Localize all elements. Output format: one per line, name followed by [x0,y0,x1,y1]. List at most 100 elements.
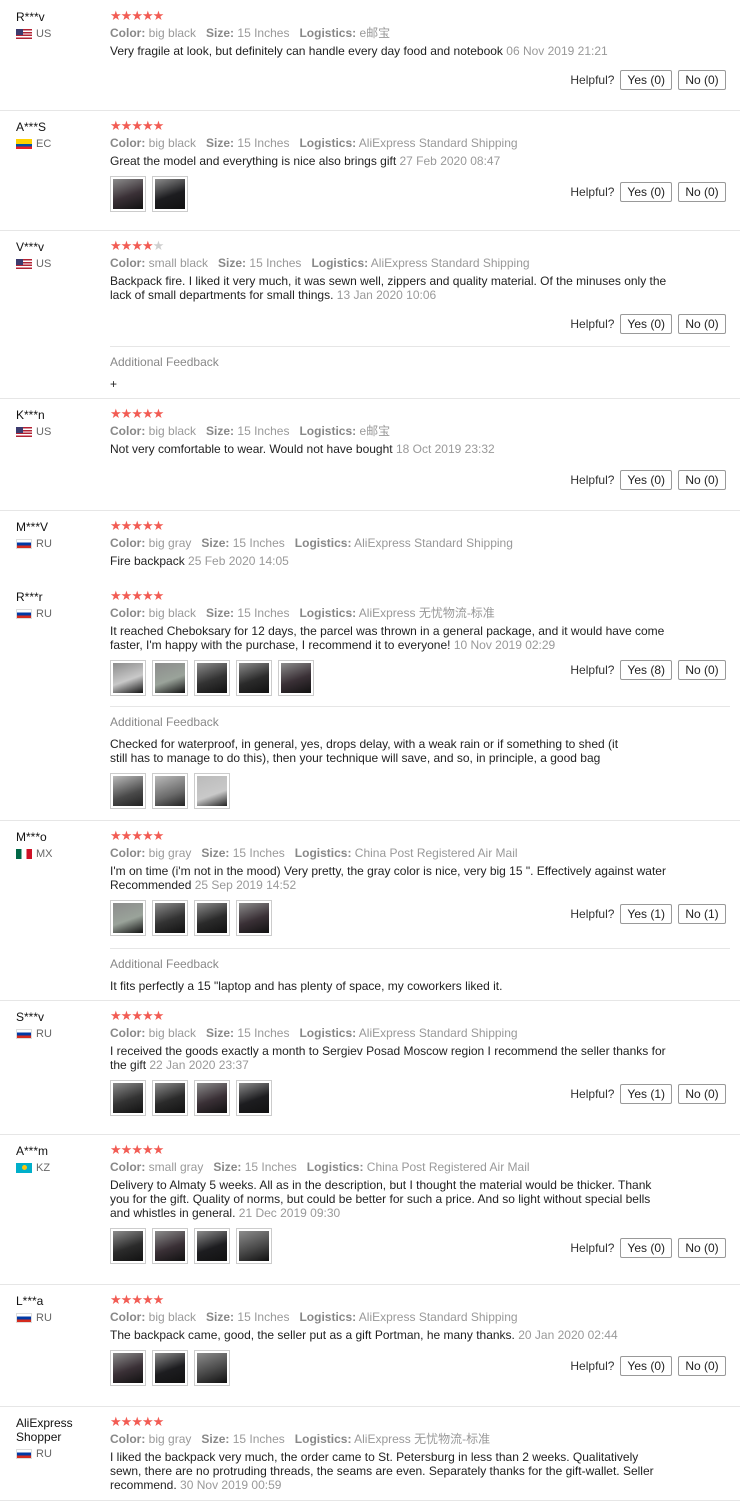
reviewer-country: EC [16,138,104,150]
vote-no-button[interactable]: No (0) [678,1238,726,1258]
review-photo-thumbnail[interactable] [110,660,146,696]
star-icon: ★ [131,588,143,603]
vote-no-button[interactable]: No (0) [678,182,726,202]
review-photo-thumbnail[interactable] [152,900,188,936]
vote-no-button[interactable]: No (0) [678,470,726,490]
review-photo-thumbnail[interactable] [110,1228,146,1264]
star-icon: ★ [110,8,122,23]
info-value: AliExpress Standard Shipping [358,1310,518,1324]
info-value: big black [148,424,197,438]
order-info: Color: small gray Size: 15 Inches Logistic… [110,1160,670,1174]
review-date: 20 Jan 2020 02:44 [518,1328,618,1342]
vote-yes-button[interactable]: Yes (0) [620,70,672,90]
vote-no-button[interactable]: No (0) [678,314,726,334]
vote-yes-button[interactable]: Yes (0) [620,182,672,202]
star-icon: ★ [110,518,122,533]
additional-feedback-title: Additional Feedback [110,715,219,729]
review-photo-thumbnail[interactable] [194,1228,230,1264]
review-photo-thumbnail[interactable] [152,1228,188,1264]
review-photo-thumbnail[interactable] [194,1080,230,1116]
review-item: V***v US ★★★★★ Color: small black Size: 15 I… [0,230,740,399]
vote-yes-button[interactable]: Yes (0) [620,1356,672,1376]
order-info: Color: big gray Size: 15 Inches Logistics:… [110,846,670,860]
reviewer-name: R***r [16,590,43,604]
review-photo-thumbnail[interactable] [236,660,272,696]
info-label: Size: [213,1160,242,1174]
vote-yes-button[interactable]: Yes (0) [620,470,672,490]
review-photo-thumbnail[interactable] [110,1080,146,1116]
review-date: 25 Feb 2020 14:05 [188,554,289,568]
info-label: Logistics: [294,846,352,860]
review-photo-thumbnail[interactable] [194,900,230,936]
star-icon: ★ [152,238,165,253]
review-photo-thumbnail[interactable] [152,1350,188,1386]
info-label: Color: [110,606,146,620]
helpful-label: Helpful? [570,907,615,921]
country-code: RU [36,538,52,550]
country-flag-icon [16,539,32,549]
review-photo-thumbnail[interactable] [194,660,230,696]
star-icon: ★ [120,1142,133,1157]
order-info: Color: big black Size: 15 Inches Logistics… [110,26,670,40]
info-label: Logistics: [294,536,352,550]
info-value: AliExpress Standard Shipping [358,136,518,150]
helpful-label: Helpful? [570,1087,615,1101]
star-icon: ★ [131,118,143,133]
country-flag-icon [16,29,32,39]
info-value: 15 Inches [244,1160,297,1174]
review-photo-thumbnail[interactable] [236,1228,272,1264]
vote-yes-button[interactable]: Yes (0) [620,1238,672,1258]
star-icon: ★ [141,1142,154,1157]
star-icon: ★ [131,828,143,843]
vote-no-button[interactable]: No (0) [678,1084,726,1104]
review-photo-thumbnail[interactable] [278,660,314,696]
star-icon: ★ [152,1142,165,1157]
review-body: Very fragile at look, but definitely can… [110,44,503,58]
vote-no-button[interactable]: No (1) [678,904,726,924]
star-icon: ★ [141,238,154,253]
info-label: Logistics: [299,1026,357,1040]
review-content: ★★★★★ Color: big black Size: 15 Inches Logi… [110,8,670,58]
reviewer-info: M***V RU [16,520,104,550]
star-icon: ★ [131,1142,143,1157]
reviewer-info: K***n US [16,408,104,438]
review-photo-thumbnail[interactable] [236,1080,272,1116]
star-icon: ★ [152,588,165,603]
review-photo-thumbnail[interactable] [110,900,146,936]
info-label: Size: [201,1432,230,1446]
info-value: AliExpress Standard Shipping [358,1026,518,1040]
review-item: S***v RU ★★★★★ Color: big black Size: 15 Inc… [0,1000,740,1135]
helpful-vote: Helpful? Yes (0) No (0) [570,182,726,202]
review-photo-thumbnail[interactable] [152,773,188,809]
review-photo-thumbnail[interactable] [110,1350,146,1386]
review-photo-thumbnail[interactable] [152,176,188,212]
vote-no-button[interactable]: No (0) [678,660,726,680]
reviewer-country: MX [16,848,104,860]
info-label: Size: [206,424,235,438]
star-icon: ★ [131,8,143,23]
vote-yes-button[interactable]: Yes (1) [620,904,672,924]
review-photo-thumbnail[interactable] [110,176,146,212]
review-body: Not very comfortable to wear. Would not … [110,442,393,456]
review-photo-thumbnail[interactable] [152,1080,188,1116]
review-photo-thumbnail[interactable] [194,1350,230,1386]
review-photo-thumbnail[interactable] [194,773,230,809]
vote-yes-button[interactable]: Yes (8) [620,660,672,680]
vote-no-button[interactable]: No (0) [678,70,726,90]
review-date: 22 Jan 2020 23:37 [149,1058,249,1072]
helpful-vote: Helpful? Yes (1) No (1) [570,904,726,924]
review-photo-thumbnail[interactable] [110,773,146,809]
vote-no-button[interactable]: No (0) [678,1356,726,1376]
info-value: big black [148,606,197,620]
review-item: K***n US ★★★★★ Color: big black Size: 15 Inc… [0,398,740,511]
country-code: US [36,28,52,40]
vote-yes-button[interactable]: Yes (0) [620,314,672,334]
review-photo-thumbnail[interactable] [236,900,272,936]
vote-yes-button[interactable]: Yes (1) [620,1084,672,1104]
review-photo-thumbnail[interactable] [152,660,188,696]
info-value: 15 Inches [232,846,285,860]
reviewer-country: US [16,426,104,438]
reviewer-name: M***o [16,830,47,844]
country-flag-icon [16,1029,32,1039]
reviewer-country: KZ [16,1162,104,1174]
